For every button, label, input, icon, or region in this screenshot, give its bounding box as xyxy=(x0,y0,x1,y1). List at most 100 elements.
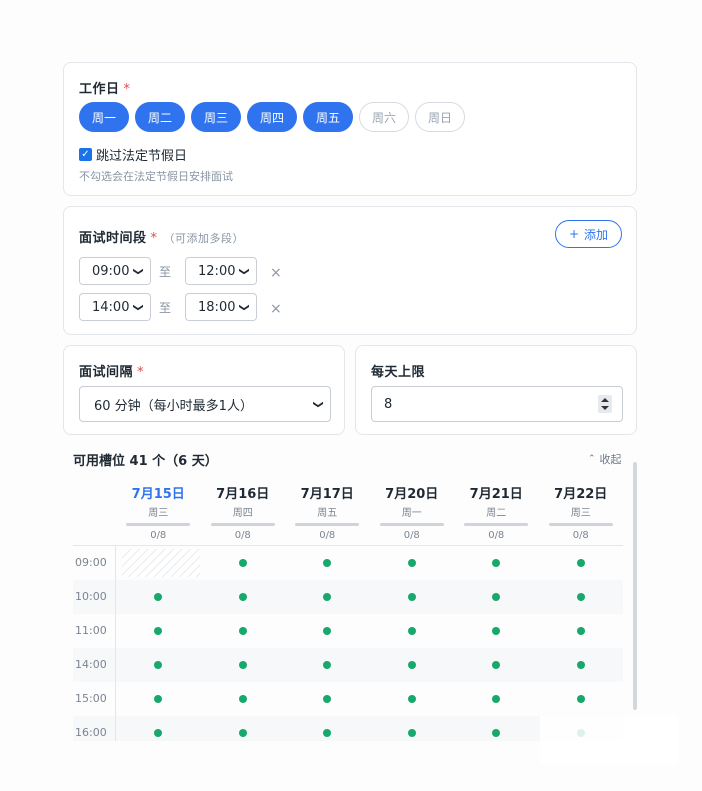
available-dot-icon xyxy=(323,559,332,567)
start-time-select[interactable]: 09:00 ❯ xyxy=(79,257,151,285)
slot-cell[interactable] xyxy=(285,682,370,716)
slot-cell-unavailable xyxy=(122,549,200,577)
skip-holidays-checkbox-row[interactable]: ✓ 跳过法定节假日 xyxy=(79,145,187,164)
slot-cell[interactable] xyxy=(116,716,201,741)
watermark xyxy=(540,716,678,764)
end-time-value: 18:00 xyxy=(198,299,236,315)
end-time-value: 12:00 xyxy=(198,263,236,279)
available-dot-icon xyxy=(407,559,416,567)
time-column-divider xyxy=(115,545,116,741)
slot-day-header: 7月15日 周三 0/8 xyxy=(116,475,201,545)
slot-cell[interactable] xyxy=(116,614,201,648)
time-ranges-card: 面试时间段 * （可添加多段） + 添加 09:00 ❯ 至 12:00 ❯ × 14:00 ❯ 至… xyxy=(63,206,637,335)
slot-cell[interactable] xyxy=(201,682,286,716)
skip-holidays-checkbox[interactable]: ✓ xyxy=(79,148,92,161)
workdays-label: 工作日 * xyxy=(79,82,131,97)
slot-day-usage-bar xyxy=(548,523,613,526)
slot-day-header: 7月16日 周四 0/8 xyxy=(201,475,286,545)
skip-holidays-hint: 不勾选会在法定节假日安排面试 xyxy=(79,170,233,183)
slot-day-date: 7月17日 xyxy=(300,487,354,502)
slots-grid: 7月15日 周三 0/8 7月16日 周四 0/8 7月17日 周五 0/8 7月20日 周一 0/8… xyxy=(73,475,623,741)
slot-cell[interactable] xyxy=(539,546,624,580)
workdays-card: 工作日 * 周一 周二 周三 周四 周五 周六 周日 ✓ 跳过法定节假日 不勾选会在法定节假日… xyxy=(63,62,637,196)
slot-cell[interactable] xyxy=(285,546,370,580)
chevron-up-icon: ⌃ xyxy=(588,454,596,464)
slot-cell[interactable] xyxy=(454,682,539,716)
weekday-toggle[interactable]: 周二 xyxy=(135,102,185,132)
weekday-toggle[interactable]: 周五 xyxy=(303,102,353,132)
daily-limit-value: 8 xyxy=(384,396,393,412)
slot-time-label: 14:00 xyxy=(75,658,107,671)
slot-cell[interactable] xyxy=(116,580,201,614)
required-mark: * xyxy=(123,82,131,97)
slot-day-usage-bar xyxy=(379,523,444,526)
slot-row: 14:00 xyxy=(73,648,623,682)
slot-cell[interactable] xyxy=(285,648,370,682)
chevron-down-icon: ❯ xyxy=(132,266,144,276)
available-dot-icon xyxy=(407,661,416,669)
weekday-toggle[interactable]: 周三 xyxy=(191,102,241,132)
collapse-slots-button[interactable]: ⌃ 收起 xyxy=(588,451,622,467)
available-dot-icon xyxy=(154,661,163,669)
slot-cell[interactable] xyxy=(201,716,286,741)
weekday-toggle[interactable]: 周四 xyxy=(247,102,297,132)
slot-cell[interactable] xyxy=(370,580,455,614)
slot-cell[interactable] xyxy=(454,648,539,682)
number-spinner-icon[interactable] xyxy=(598,395,612,413)
slots-scrollbar[interactable] xyxy=(633,462,637,710)
start-time-select[interactable]: 14:00 ❯ xyxy=(79,293,151,321)
slot-cell[interactable] xyxy=(116,648,201,682)
slot-cell[interactable] xyxy=(285,580,370,614)
slot-cell[interactable] xyxy=(454,546,539,580)
slot-cell[interactable] xyxy=(285,614,370,648)
range-separator: 至 xyxy=(159,264,172,279)
interval-select-value: 60 分钟（每小时最多1人） xyxy=(94,398,253,414)
slot-cell[interactable] xyxy=(116,682,201,716)
weekday-toggle[interactable]: 周日 xyxy=(415,102,465,132)
slot-cell[interactable] xyxy=(370,716,455,741)
slot-day-weekday: 周三 xyxy=(570,508,591,519)
weekday-toggle[interactable]: 周六 xyxy=(359,102,409,132)
slot-cell[interactable] xyxy=(454,614,539,648)
slot-row: 11:00 xyxy=(73,614,623,648)
slot-cell[interactable] xyxy=(370,614,455,648)
slot-day-date: 7月15日 xyxy=(131,487,185,502)
chevron-down-icon: ❯ xyxy=(132,302,144,312)
chevron-down-icon: ❯ xyxy=(312,399,324,409)
interval-select[interactable]: 60 分钟（每小时最多1人） ❯ xyxy=(79,386,331,422)
slot-cell[interactable] xyxy=(539,580,624,614)
slot-cell[interactable] xyxy=(454,716,539,741)
slot-day-usage-bar xyxy=(295,523,360,526)
slot-cell[interactable] xyxy=(539,648,624,682)
slot-cell[interactable] xyxy=(539,614,624,648)
available-dot-icon xyxy=(154,729,163,737)
slot-time-label: 11:00 xyxy=(75,624,107,637)
slot-day-header: 7月22日 周三 0/8 xyxy=(539,475,624,545)
slot-cell[interactable] xyxy=(370,682,455,716)
slot-cell[interactable] xyxy=(201,546,286,580)
slot-cell[interactable] xyxy=(539,682,624,716)
close-icon[interactable]: × xyxy=(270,301,282,317)
available-dot-icon xyxy=(576,593,585,601)
slot-day-usage-bar xyxy=(210,523,275,526)
slot-cell[interactable] xyxy=(201,614,286,648)
slot-cell[interactable] xyxy=(370,546,455,580)
slot-cell[interactable] xyxy=(370,648,455,682)
slot-day-weekday: 周二 xyxy=(486,508,507,519)
slot-cell[interactable] xyxy=(201,580,286,614)
daily-limit-input[interactable]: 8 xyxy=(371,386,623,422)
weekday-toggle[interactable]: 周一 xyxy=(79,102,129,132)
available-dot-icon xyxy=(238,593,247,601)
slot-cell[interactable] xyxy=(201,648,286,682)
available-dot-icon xyxy=(492,593,501,601)
add-time-range-button[interactable]: + 添加 xyxy=(555,220,622,248)
slot-cell[interactable] xyxy=(285,716,370,741)
close-icon[interactable]: × xyxy=(270,265,282,281)
slot-time-label: 09:00 xyxy=(75,556,107,569)
slot-cell[interactable] xyxy=(454,580,539,614)
slot-day-date: 7月21日 xyxy=(469,487,523,502)
interval-label: 面试间隔 * xyxy=(79,365,145,380)
slot-row: 10:00 xyxy=(73,580,623,614)
end-time-select[interactable]: 12:00 ❯ xyxy=(185,257,258,285)
end-time-select[interactable]: 18:00 ❯ xyxy=(185,293,258,321)
